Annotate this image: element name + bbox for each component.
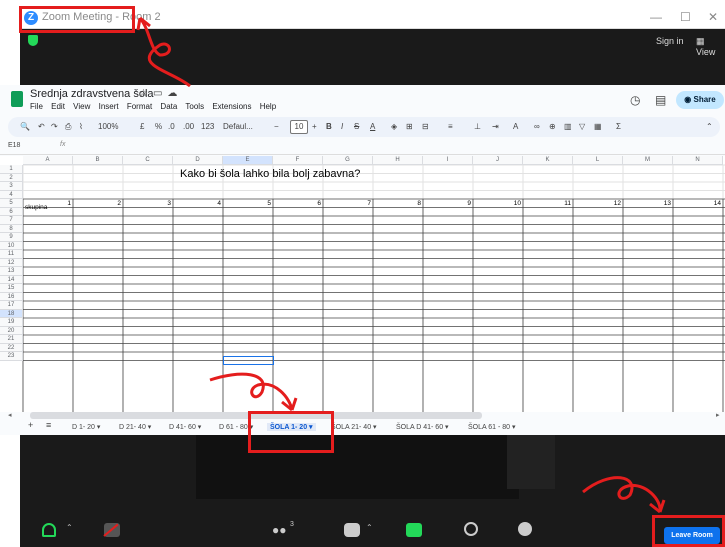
screenshot: Z Zoom Meeting - Room 2 — ☐ ✕ Sign in ▦ …	[0, 0, 725, 547]
annotation-arrows	[136, 16, 666, 514]
arrow-to-title	[138, 17, 191, 88]
arrow-to-tab	[209, 372, 294, 411]
arrow-to-leave	[582, 476, 662, 513]
